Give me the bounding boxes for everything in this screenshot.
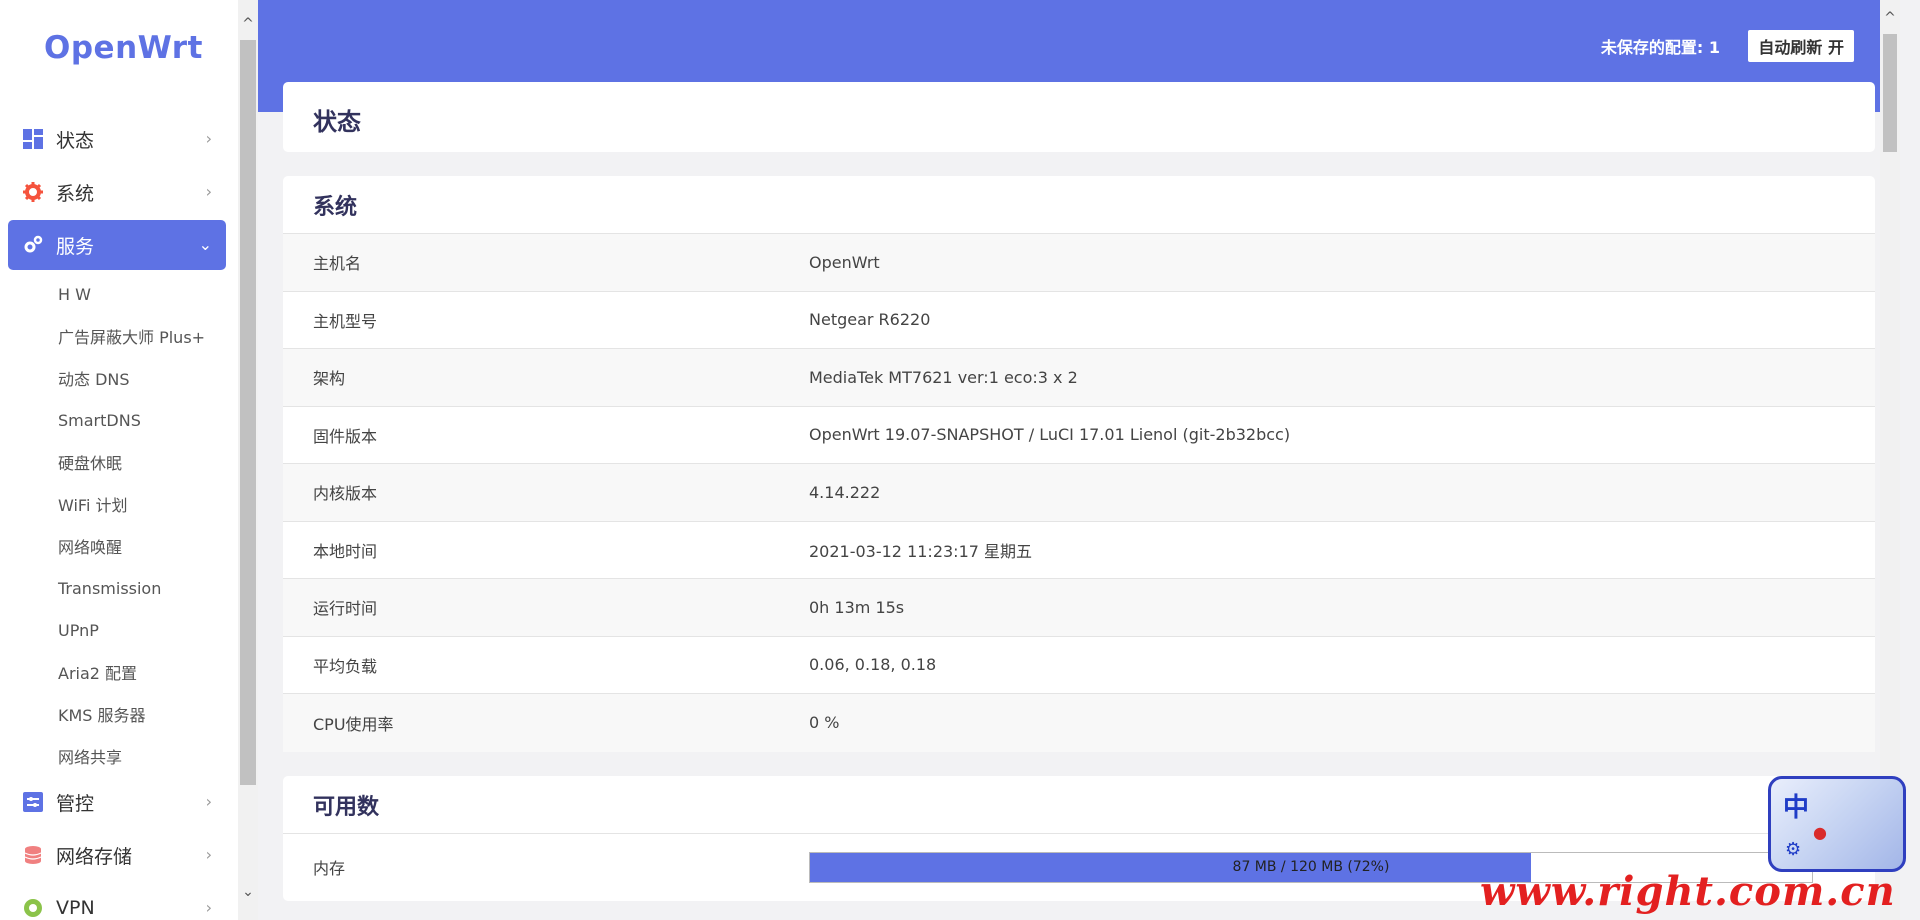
chevron-down-icon: ⌄: [198, 235, 212, 254]
main-content: 未保存的配置: 1 自动刷新 开 状态 系统 主机名 OpenWrt 主机型号 Ne…: [258, 0, 1900, 920]
system-table: 主机名 OpenWrt 主机型号 Netgear R6220 架构 MediaTek …: [283, 234, 1875, 752]
row-value: 0 %: [809, 713, 840, 733]
table-row: 固件版本 OpenWrt 19.07-SNAPSHOT / LuCI 17.01 …: [283, 407, 1875, 464]
table-row: CPU使用率 0 %: [283, 694, 1875, 752]
memory-label: 内存: [313, 859, 346, 878]
row-key: 架构: [313, 369, 346, 389]
chevron-right-icon: ›: [205, 792, 212, 811]
database-icon: [22, 844, 44, 866]
submenu-item[interactable]: 广告屏蔽大师 Plus+: [58, 315, 226, 357]
row-key: 主机型号: [313, 311, 378, 331]
gear-icon: [22, 181, 44, 203]
sidebar-item-label: 网络存储: [56, 845, 133, 868]
submenu-item[interactable]: WiFi 计划: [58, 483, 226, 525]
row-value: 2021-03-12 11:23:17 星期五: [809, 541, 1033, 561]
openwrt-logo[interactable]: OpenWrt: [44, 30, 203, 66]
scroll-up-icon[interactable]: ^: [238, 14, 258, 34]
submenu-item[interactable]: H W: [58, 273, 226, 315]
ime-settings-icon[interactable]: ⚙: [1785, 839, 1801, 860]
scroll-down-icon[interactable]: ⌄: [238, 882, 258, 902]
sidebar-item-control[interactable]: 管控 ›: [8, 777, 226, 827]
submenu-item[interactable]: UPnP: [58, 609, 226, 651]
submenu-item[interactable]: SmartDNS: [58, 399, 226, 441]
row-key: 固件版本: [313, 426, 378, 446]
sidebar-item-services[interactable]: 服务 ⌄: [8, 220, 226, 270]
row-value: 0.06, 0.18, 0.18: [809, 655, 937, 675]
ime-floating-widget[interactable]: 中 ● ⚙: [1768, 776, 1906, 872]
row-key: 平均负载: [313, 656, 378, 676]
row-value: 0h 13m 15s: [809, 597, 905, 617]
scrollbar-thumb[interactable]: [1883, 34, 1897, 152]
dashboard-icon: [22, 128, 44, 150]
row-key: 主机名: [313, 254, 362, 274]
system-section: 系统 主机名 OpenWrt 主机型号 Netgear R6220 架构 MediaT…: [283, 176, 1875, 752]
sidebar-item-label: 管控: [56, 792, 95, 815]
table-row: 本地时间 2021-03-12 11:23:17 星期五: [283, 522, 1875, 579]
section-title: 系统: [283, 176, 1875, 234]
sidebar: OpenWrt 状态 › 系统 › 服务 ⌄ H W 广告屏蔽大师 Plus+: [0, 0, 238, 920]
row-value: OpenWrt: [809, 252, 880, 272]
unsaved-changes-link[interactable]: 未保存的配置: 1: [1601, 34, 1720, 58]
gears-icon: [22, 234, 44, 256]
page-title-card: 状态: [283, 82, 1875, 152]
scrollbar-thumb[interactable]: [240, 40, 256, 785]
submenu-item[interactable]: KMS 服务器: [58, 693, 226, 735]
sidebar-item-system[interactable]: 系统 ›: [8, 167, 226, 217]
sidebar-item-label: 状态: [56, 129, 95, 152]
page-title: 状态: [313, 108, 361, 136]
vpn-icon: [22, 897, 44, 919]
row-key: CPU使用率: [313, 714, 394, 734]
table-row: 运行时间 0h 13m 15s: [283, 579, 1875, 637]
sidebar-item-vpn[interactable]: VPN ›: [8, 883, 226, 920]
sidebar-scrollbar[interactable]: ^ ⌄: [238, 0, 258, 920]
scroll-up-icon[interactable]: ^: [1880, 10, 1900, 26]
submenu-item[interactable]: Transmission: [58, 567, 226, 609]
row-value: 4.14.222: [809, 482, 881, 502]
ime-punctuation-icon[interactable]: ●: [1813, 823, 1827, 842]
sidebar-item-status[interactable]: 状态 ›: [8, 114, 226, 164]
submenu-item[interactable]: 硬盘休眠: [58, 441, 226, 483]
row-key: 内核版本: [313, 484, 378, 504]
section-title: 可用数: [283, 776, 1875, 834]
chevron-right-icon: ›: [205, 898, 212, 917]
table-row: 内核版本 4.14.222: [283, 464, 1875, 522]
submenu-item[interactable]: 动态 DNS: [58, 357, 226, 399]
table-row: 主机名 OpenWrt: [283, 234, 1875, 292]
table-row: 主机型号 Netgear R6220: [283, 292, 1875, 349]
chevron-right-icon: ›: [205, 845, 212, 864]
sidebar-item-storage[interactable]: 网络存储 ›: [8, 830, 226, 880]
table-row: 平均负载 0.06, 0.18, 0.18: [283, 637, 1875, 694]
row-value: MediaTek MT7621 ver:1 eco:3 x 2: [809, 367, 1078, 387]
services-submenu: H W 广告屏蔽大师 Plus+ 动态 DNS SmartDNS 硬盘休眠 Wi…: [8, 273, 226, 777]
submenu-item[interactable]: Aria2 配置: [58, 651, 226, 693]
sliders-icon: [22, 791, 44, 813]
ime-language-label[interactable]: 中: [1783, 787, 1809, 824]
row-key: 本地时间: [313, 541, 378, 561]
chevron-right-icon: ›: [205, 129, 212, 148]
submenu-item[interactable]: 网络共享: [58, 735, 226, 777]
sidebar-item-label: VPN: [56, 897, 95, 919]
site-watermark: www.right.com.cn: [1480, 868, 1896, 915]
row-key: 运行时间: [313, 599, 378, 619]
submenu-item[interactable]: 网络唤醒: [58, 525, 226, 567]
row-value: OpenWrt 19.07-SNAPSHOT / LuCI 17.01 Lien…: [809, 425, 1291, 445]
autorefresh-toggle[interactable]: 自动刷新 开: [1748, 30, 1854, 62]
sidebar-menu: 状态 › 系统 › 服务 ⌄ H W 广告屏蔽大师 Plus+ 动态 DNS S…: [8, 114, 226, 920]
sidebar-item-label: 系统: [56, 182, 95, 205]
sidebar-item-label: 服务: [56, 235, 95, 258]
table-row: 架构 MediaTek MT7621 ver:1 eco:3 x 2: [283, 349, 1875, 407]
row-value: Netgear R6220: [809, 310, 931, 330]
chevron-right-icon: ›: [205, 182, 212, 201]
